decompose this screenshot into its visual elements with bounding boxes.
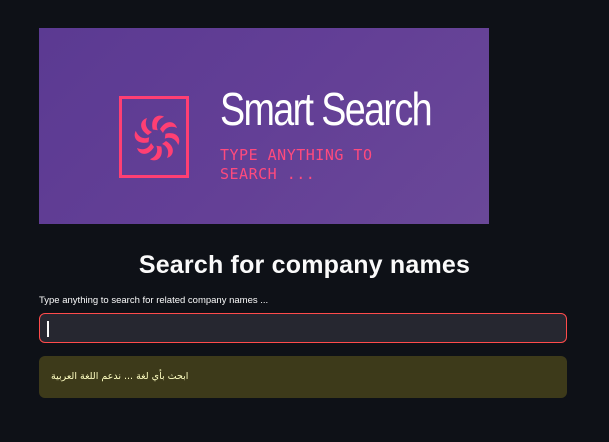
search-input-label: Type anything to search for related comp… bbox=[39, 295, 269, 306]
search-input[interactable] bbox=[40, 314, 566, 342]
text-caret bbox=[47, 321, 49, 337]
logo-frame bbox=[119, 96, 189, 178]
page-title: Search for company names bbox=[138, 251, 471, 279]
spiral-flower-icon bbox=[134, 115, 180, 161]
language-notice: ابحث بأي لغة ... ندعم اللغة العربية bbox=[39, 356, 567, 398]
smart-search-banner: Smart Search TYPE ANYTHING TO SEARCH ... bbox=[39, 28, 489, 224]
search-input-container[interactable] bbox=[39, 313, 567, 343]
app-root: Smart Search TYPE ANYTHING TO SEARCH ...… bbox=[0, 0, 609, 442]
brand-title: Smart Search bbox=[220, 83, 433, 135]
brand-tagline: TYPE ANYTHING TO SEARCH ... bbox=[220, 146, 373, 183]
language-notice-text: ابحث بأي لغة ... ندعم اللغة العربية bbox=[51, 371, 189, 382]
